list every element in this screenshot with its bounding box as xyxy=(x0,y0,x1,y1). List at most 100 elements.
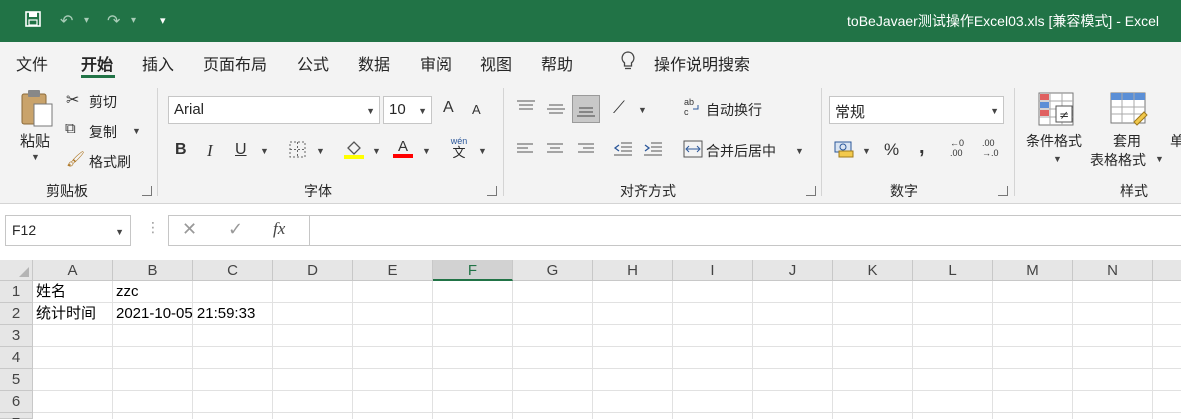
underline-button[interactable]: U xyxy=(235,141,247,159)
tab-insert[interactable]: 插入 xyxy=(142,51,174,75)
customize-quick-access-icon[interactable]: ▾ xyxy=(160,14,166,27)
column-header[interactable]: G xyxy=(513,260,593,281)
align-middle-icon[interactable] xyxy=(546,102,566,116)
increase-decimal-button[interactable]: ←0 .00 xyxy=(950,138,972,158)
italic-button[interactable]: I xyxy=(207,141,213,161)
decrease-decimal-button[interactable]: .00 →.0 xyxy=(982,138,1004,158)
undo-dropdown-icon[interactable]: ▾ xyxy=(84,15,89,26)
wrap-text-icon[interactable]: ab c xyxy=(683,97,701,117)
orientation-dropdown-icon[interactable]: ▼ xyxy=(638,105,647,115)
copy-dropdown-icon[interactable]: ▼ xyxy=(132,126,141,136)
cut-button[interactable]: 剪切 xyxy=(89,92,117,112)
tab-formulas[interactable]: 公式 xyxy=(297,51,329,75)
format-painter-icon[interactable]: 🖌 xyxy=(66,150,85,168)
align-right-icon[interactable] xyxy=(577,142,595,156)
copy-button[interactable]: 复制 xyxy=(89,122,117,142)
redo-icon[interactable]: ↷ xyxy=(107,11,120,31)
row-header[interactable]: 2 xyxy=(0,303,33,325)
format-as-table-label-1[interactable]: 套用 xyxy=(1113,131,1141,151)
insert-function-icon[interactable]: fx xyxy=(273,219,285,239)
cancel-icon[interactable]: ✕ xyxy=(182,219,197,240)
name-box-dropdown-icon[interactable]: ▼ xyxy=(115,227,124,237)
conditional-formatting-button[interactable]: 条件格式 xyxy=(1026,131,1082,151)
font-color-dropdown-icon[interactable]: ▼ xyxy=(422,146,431,156)
comma-style-button[interactable]: , xyxy=(919,136,925,159)
formula-input[interactable] xyxy=(309,215,1181,246)
column-header-selected[interactable]: F xyxy=(433,260,513,281)
paste-button[interactable]: 粘贴 xyxy=(20,130,50,151)
tab-view[interactable]: 视图 xyxy=(480,51,512,75)
number-format-select[interactable]: 常规 ▼ xyxy=(829,96,1004,124)
paste-dropdown-icon[interactable]: ▼ xyxy=(31,152,40,162)
name-box[interactable]: F12 ▼ xyxy=(5,215,131,246)
wrap-text-button[interactable]: 自动换行 xyxy=(706,100,762,120)
tab-review[interactable]: 审阅 xyxy=(420,51,452,75)
cell-styles-button-partial[interactable]: 单 xyxy=(1170,131,1181,151)
column-header[interactable]: D xyxy=(273,260,353,281)
cut-icon[interactable]: ✂ xyxy=(66,90,79,110)
cell-A2[interactable]: 统计时间 xyxy=(33,303,113,325)
column-header[interactable]: H xyxy=(593,260,673,281)
increase-indent-icon[interactable] xyxy=(643,141,663,157)
tab-page-layout[interactable]: 页面布局 xyxy=(203,51,267,75)
column-header[interactable]: A xyxy=(33,260,113,281)
phonetic-dropdown-icon[interactable]: ▼ xyxy=(478,146,487,156)
merge-dropdown-icon[interactable]: ▼ xyxy=(795,146,804,156)
align-bottom-icon[interactable] xyxy=(572,95,600,123)
underline-dropdown-icon[interactable]: ▼ xyxy=(260,146,269,156)
row-header[interactable]: 3 xyxy=(0,325,33,347)
align-left-icon[interactable] xyxy=(516,142,534,156)
lightbulb-icon[interactable] xyxy=(620,50,636,72)
font-size-select[interactable]: 10 ▼ xyxy=(383,96,432,124)
copy-icon[interactable]: ⧉ xyxy=(65,120,76,137)
row-header[interactable]: 4 xyxy=(0,347,33,369)
borders-icon[interactable] xyxy=(289,141,306,158)
clipboard-launcher-icon[interactable] xyxy=(142,186,152,196)
column-header[interactable]: C xyxy=(193,260,273,281)
decrease-indent-icon[interactable] xyxy=(613,141,633,157)
alignment-launcher-icon[interactable] xyxy=(806,186,816,196)
orientation-icon[interactable]: ⟋ xyxy=(613,98,625,118)
column-header[interactable]: E xyxy=(353,260,433,281)
font-launcher-icon[interactable] xyxy=(487,186,497,196)
cell-B2[interactable]: 2021-10-05 21:59:33 xyxy=(113,303,273,325)
tell-me-search[interactable]: 操作说明搜索 xyxy=(654,51,750,75)
cell-B1[interactable]: zzc xyxy=(113,281,193,303)
percent-style-button[interactable]: % xyxy=(884,140,899,160)
column-header[interactable]: B xyxy=(113,260,193,281)
tab-home[interactable]: 开始 xyxy=(81,51,113,75)
grow-font-icon[interactable]: A xyxy=(443,99,454,117)
format-as-table-dropdown-icon[interactable]: ▼ xyxy=(1155,154,1164,164)
font-color-icon[interactable]: A xyxy=(392,137,414,159)
tab-file[interactable]: 文件 xyxy=(16,51,48,75)
column-header[interactable]: I xyxy=(673,260,753,281)
conditional-formatting-dropdown-icon[interactable]: ▼ xyxy=(1053,154,1062,164)
column-header[interactable]: N xyxy=(1073,260,1153,281)
accounting-dropdown-icon[interactable]: ▼ xyxy=(862,146,871,156)
undo-icon[interactable]: ↶ xyxy=(60,11,73,31)
tab-help[interactable]: 帮助 xyxy=(541,51,573,75)
number-launcher-icon[interactable] xyxy=(998,186,1008,196)
save-icon[interactable] xyxy=(25,11,41,27)
align-top-icon[interactable] xyxy=(516,100,536,114)
column-header[interactable]: K xyxy=(833,260,913,281)
column-header[interactable]: L xyxy=(913,260,993,281)
accounting-format-icon[interactable] xyxy=(834,139,856,159)
select-all-corner[interactable] xyxy=(0,260,33,281)
row-header[interactable]: 5 xyxy=(0,369,33,391)
fill-color-icon[interactable] xyxy=(343,138,365,160)
tab-data[interactable]: 数据 xyxy=(358,51,390,75)
format-as-table-icon[interactable] xyxy=(1110,92,1148,126)
bold-button[interactable]: B xyxy=(175,141,187,159)
format-painter-button[interactable]: 格式刷 xyxy=(89,152,131,172)
row-header[interactable]: 7 xyxy=(0,413,33,419)
phonetic-guide-icon[interactable]: wén 文 xyxy=(449,137,469,160)
paste-icon[interactable] xyxy=(17,88,57,128)
format-as-table-button[interactable]: 表格格式 xyxy=(1090,150,1146,170)
merge-center-button[interactable]: 合并后居中 xyxy=(706,141,776,161)
formula-bar-splitter-icon[interactable]: ⋮ xyxy=(146,219,160,236)
column-header[interactable]: J xyxy=(753,260,833,281)
redo-dropdown-icon[interactable]: ▾ xyxy=(131,15,136,26)
cell-A1[interactable]: 姓名 xyxy=(33,281,113,303)
row-header[interactable]: 1 xyxy=(0,281,33,303)
